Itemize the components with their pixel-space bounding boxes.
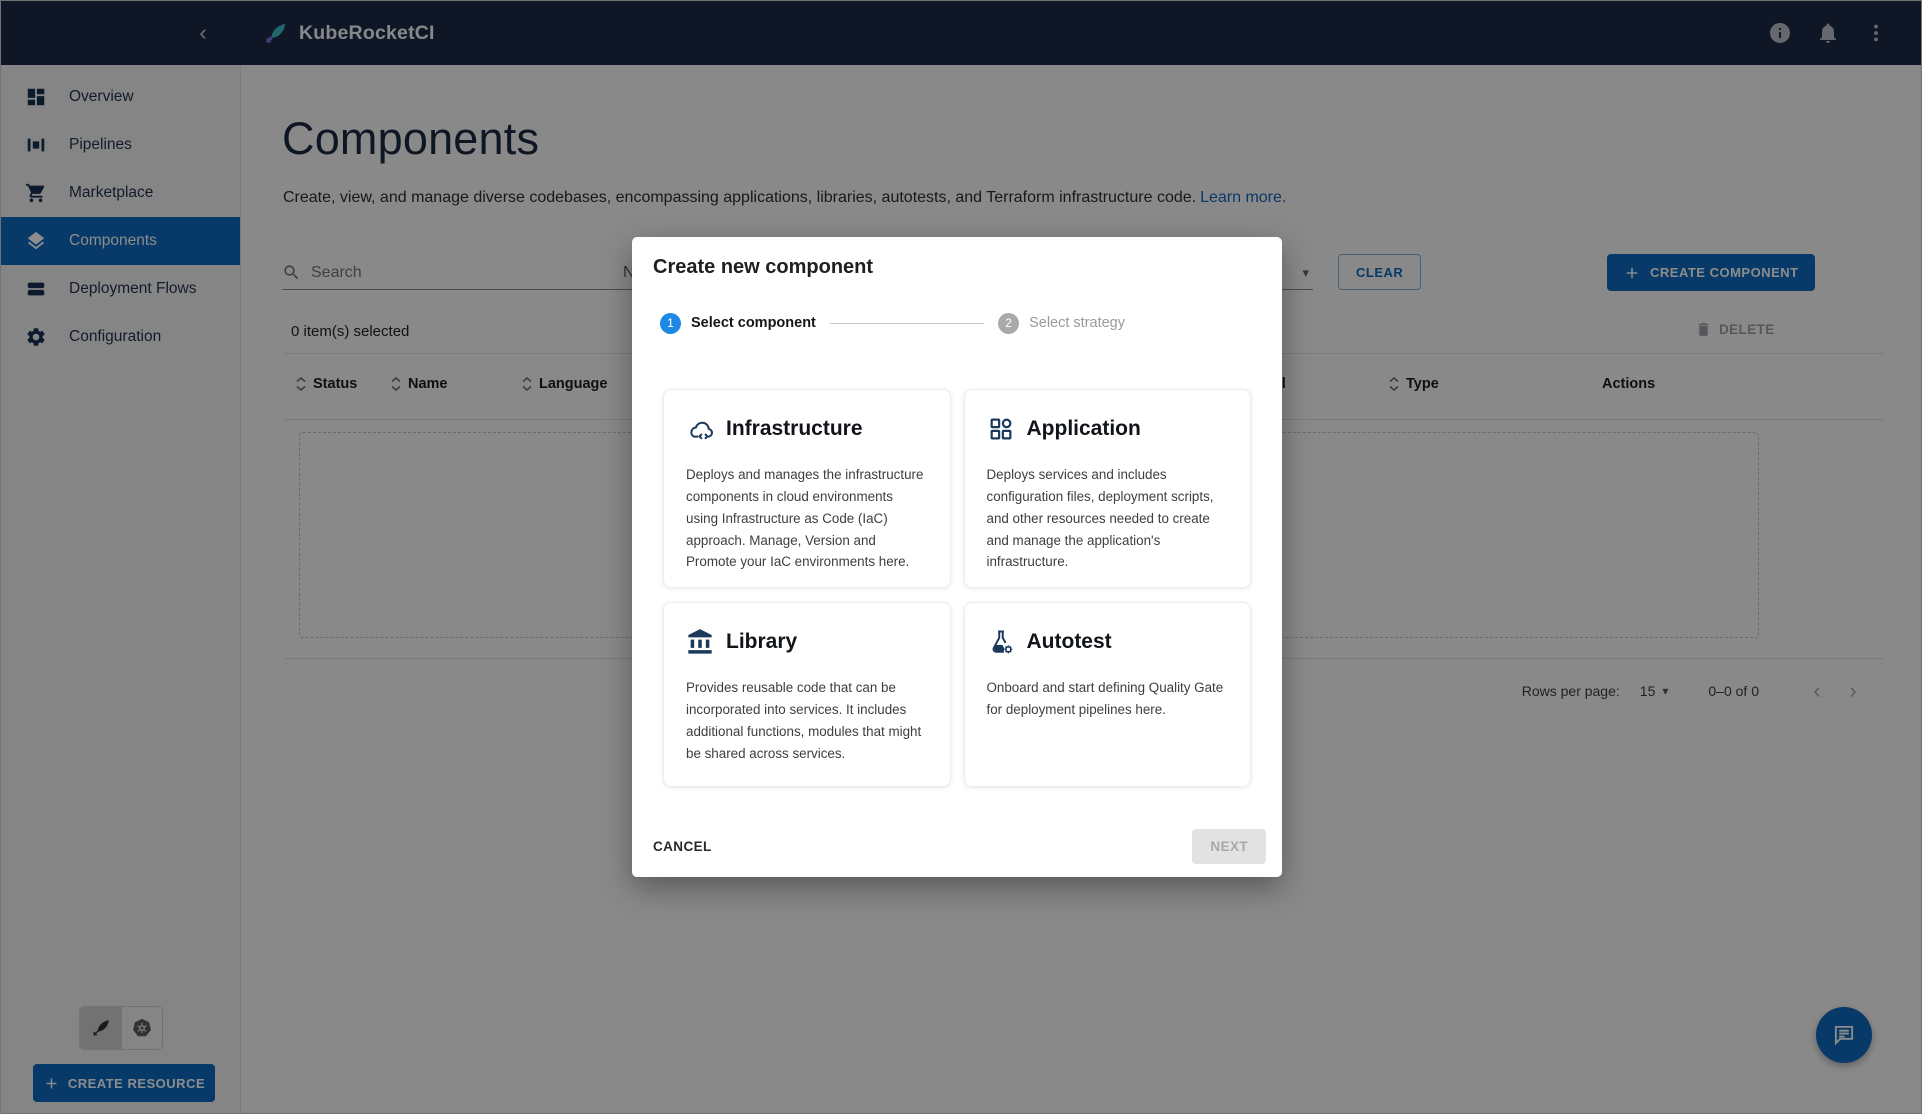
step-select-component: 1 Select component [660, 312, 816, 334]
card-library[interactable]: Library Provides reusable code that can … [663, 602, 951, 787]
card-description: Provides reusable code that can be incor… [686, 680, 922, 761]
card-title: Infrastructure [726, 417, 863, 440]
card-description: Onboard and start defining Quality Gate … [986, 680, 1224, 717]
step-label: Select component [691, 315, 816, 331]
stepper: 1 Select component 2 Select strategy [660, 312, 1125, 334]
step-connector [829, 322, 985, 324]
bank-icon [686, 628, 714, 656]
step-number-badge: 2 [998, 312, 1020, 334]
component-type-cards: Infrastructure Deploys and manages the i… [663, 389, 1251, 787]
card-title: Autotest [1026, 630, 1112, 653]
card-title: Library [726, 630, 798, 653]
card-application[interactable]: Application Deploys services and include… [963, 389, 1251, 588]
card-infrastructure[interactable]: Infrastructure Deploys and manages the i… [663, 389, 951, 588]
flask-gear-icon [987, 628, 1015, 656]
create-component-dialog: Create new component 1 Select component … [632, 237, 1282, 877]
next-button[interactable]: NEXT [1192, 829, 1266, 864]
widgets-icon [987, 415, 1015, 443]
step-label: Select strategy [1029, 315, 1125, 331]
card-autotest[interactable]: Autotest Onboard and start defining Qual… [963, 602, 1251, 787]
card-description: Deploys services and includes configurat… [986, 467, 1214, 570]
step-select-strategy: 2 Select strategy [998, 312, 1125, 334]
dialog-footer: CANCEL NEXT [653, 829, 1266, 864]
step-number-badge: 1 [660, 312, 681, 334]
dialog-title: Create new component [653, 256, 874, 278]
card-description: Deploys and manages the infrastructure c… [686, 467, 924, 570]
card-title: Application [1026, 417, 1141, 440]
cancel-button[interactable]: CANCEL [653, 839, 712, 854]
cloud-code-icon [686, 415, 714, 443]
